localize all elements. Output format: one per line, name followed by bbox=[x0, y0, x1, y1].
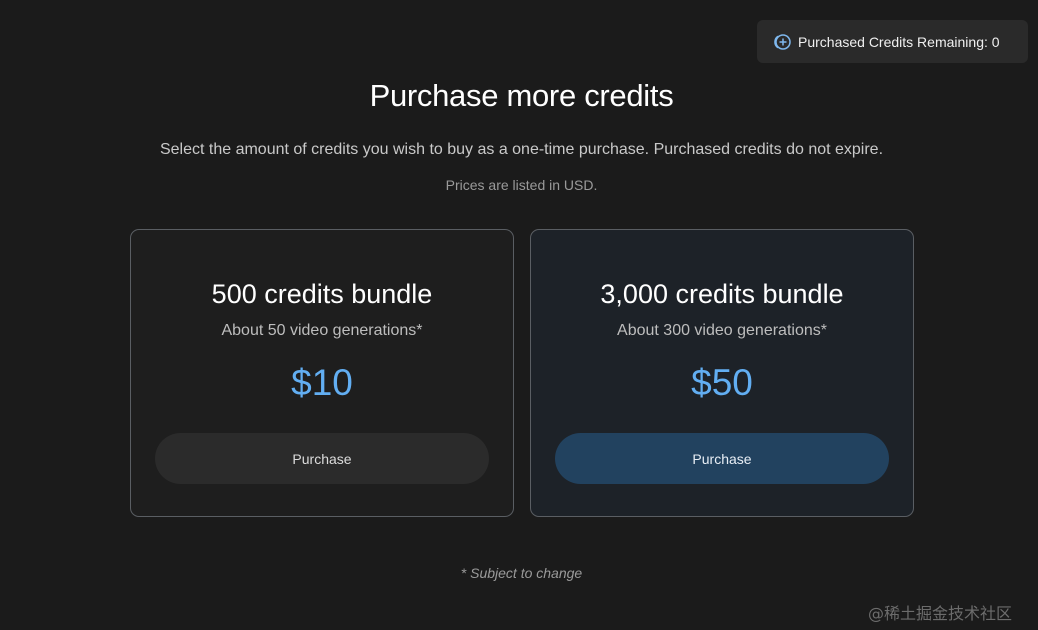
bundle-price: $50 bbox=[691, 362, 753, 403]
purchase-credits-page: Purchased Credits Remaining: 0 Purchase … bbox=[0, 0, 1038, 630]
currency-note: Prices are listed in USD. bbox=[445, 177, 598, 193]
bundle-name: 3,000 credits bundle bbox=[600, 279, 844, 309]
coin-plus-icon bbox=[773, 33, 791, 51]
bundle-description: About 50 video generations* bbox=[221, 322, 423, 339]
purchase-button-3000[interactable]: Purchase bbox=[555, 433, 889, 484]
credits-remaining-badge[interactable]: Purchased Credits Remaining: 0 bbox=[757, 20, 1028, 63]
credits-remaining-label: Purchased Credits Remaining: 0 bbox=[798, 33, 1000, 50]
bundle-price: $10 bbox=[291, 362, 353, 403]
page-title: Purchase more credits bbox=[369, 78, 674, 113]
watermark: @稀土掘金技术社区 bbox=[868, 604, 1013, 623]
bundle-card-3000: 3,000 credits bundle About 300 video gen… bbox=[530, 229, 914, 517]
bundle-description: About 300 video generations* bbox=[617, 322, 827, 339]
bundle-card-500: 500 credits bundle About 50 video genera… bbox=[130, 229, 514, 517]
bundle-name: 500 credits bundle bbox=[211, 279, 433, 309]
page-subtitle: Select the amount of credits you wish to… bbox=[159, 141, 884, 158]
purchase-button-500[interactable]: Purchase bbox=[155, 433, 489, 484]
footnote: * Subject to change bbox=[460, 565, 583, 581]
